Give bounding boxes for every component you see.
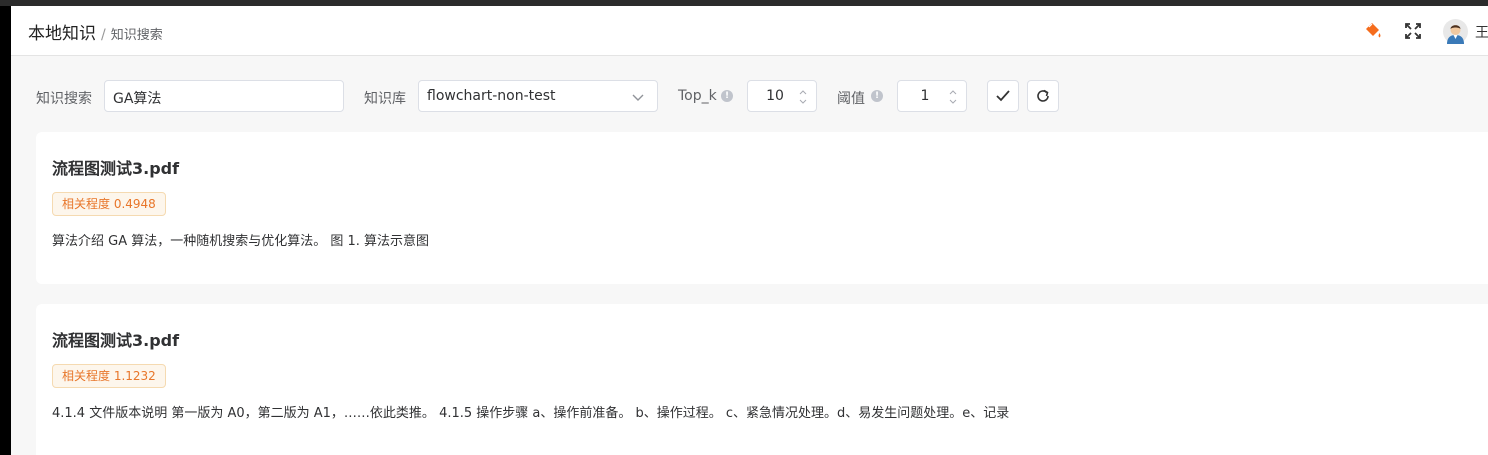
kb-label: 知识库 xyxy=(364,91,406,107)
user-name[interactable]: 王 xyxy=(1475,22,1488,42)
breadcrumb: 本地知识 / 知识搜索 xyxy=(28,19,163,44)
topk-number-input[interactable]: 10 xyxy=(747,80,817,112)
result-card[interactable]: 流程图测试3.pdf 相关程度 1.1232 4.1.4 文件版本说明 第一版为… xyxy=(36,304,1488,455)
query-label: 知识搜索 xyxy=(36,91,92,107)
breadcrumb-separator: / xyxy=(101,27,106,43)
breadcrumb-main[interactable]: 本地知识 xyxy=(28,19,96,44)
threshold-stepper-icon[interactable] xyxy=(948,87,958,107)
refresh-button[interactable] xyxy=(1027,80,1059,112)
app-main: 本地知识 / 知识搜索 王 知识搜索 GA算法 知识库 flowchart-no… xyxy=(11,6,1488,455)
user-avatar[interactable] xyxy=(1443,19,1468,44)
result-card[interactable]: 流程图测试3.pdf 相关程度 0.4948 算法介绍 GA 算法，一种随机搜索… xyxy=(36,132,1488,284)
header-bar: 本地知识 / 知识搜索 王 xyxy=(11,6,1488,56)
query-input[interactable]: GA算法 xyxy=(104,80,344,112)
chevron-down-icon xyxy=(632,94,644,101)
threshold-label: 阈值 xyxy=(837,91,865,107)
topk-value: 10 xyxy=(766,88,784,104)
topk-info-icon[interactable]: ! xyxy=(721,90,733,102)
threshold-value: 1 xyxy=(920,88,930,104)
result-title[interactable]: 流程图测试3.pdf xyxy=(52,327,179,351)
breadcrumb-current: 知识搜索 xyxy=(110,28,163,43)
result-content: 4.1.4 文件版本说明 第一版为 A0，第二版为 A1，……依此类推。 4.1… xyxy=(52,406,1010,421)
result-content: 算法介绍 GA 算法，一种随机搜索与优化算法。 图 1. 算法示意图 xyxy=(52,234,430,249)
topk-label: Top_k xyxy=(678,88,717,104)
check-icon xyxy=(996,90,1010,102)
refresh-icon xyxy=(1037,89,1049,102)
kb-select-value: flowchart-non-test xyxy=(427,88,556,104)
left-sidebar-edge xyxy=(0,6,11,455)
relevance-badge: 相关程度 0.4948 xyxy=(52,192,166,216)
kb-select[interactable]: flowchart-non-test xyxy=(418,80,658,112)
threshold-number-input[interactable]: 1 xyxy=(897,80,967,112)
topk-stepper-icon[interactable] xyxy=(798,87,808,107)
confirm-button[interactable] xyxy=(987,80,1019,112)
threshold-info-icon[interactable]: ! xyxy=(871,90,883,102)
result-title[interactable]: 流程图测试3.pdf xyxy=(52,155,179,179)
relevance-badge: 相关程度 1.1232 xyxy=(52,364,166,388)
fullscreen-icon[interactable] xyxy=(1403,21,1423,41)
paint-bucket-icon[interactable] xyxy=(1363,21,1383,41)
query-input-value: GA算法 xyxy=(113,91,162,107)
